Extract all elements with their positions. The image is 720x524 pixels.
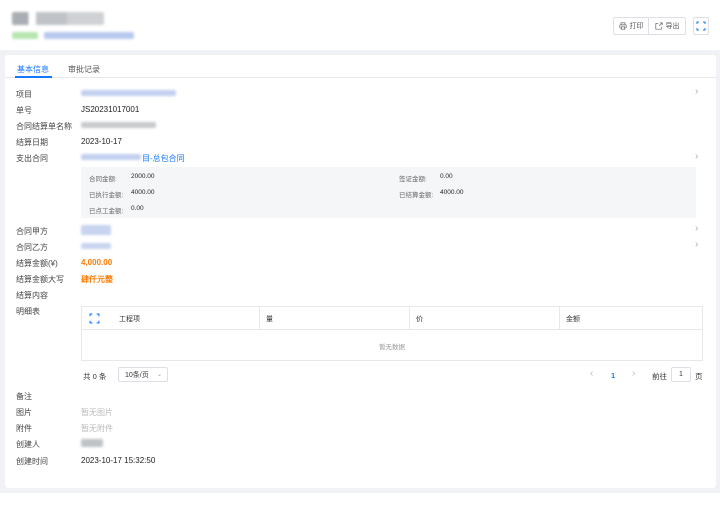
amount-value: 4,000.00 [81,258,113,267]
party-a-redacted[interactable] [81,225,111,235]
attachment-label: 附件 [16,424,32,433]
contract-label: 支出合同 [16,154,48,163]
goto-page-input[interactable]: 1 [671,367,691,382]
contract-value-redacted[interactable] [81,154,141,160]
detail-card: 基本信息 审批记录 项目 › 单号 JS20231017001 合同结算单名称 … [5,55,716,488]
page-size-value: 10条/页 [125,371,149,379]
chevron-right-icon[interactable]: › [695,86,698,97]
created-time-label: 创建时间 [16,457,48,466]
party-b-redacted[interactable] [81,243,111,249]
contract-value-suffix[interactable]: 目-总包合同 [142,153,185,164]
pagination-total: 共 0 条 [83,372,107,381]
tab-basic-info[interactable]: 基本信息 [17,64,49,75]
number-label: 单号 [16,106,32,115]
printer-icon [618,22,627,30]
chevron-right-icon[interactable]: › [695,239,698,250]
tab-approval-records[interactable]: 审批记录 [68,64,100,75]
column-header-item: 工程项 [119,315,140,323]
image-label: 图片 [16,408,32,417]
table-header: 工程项 量 价 金额 [82,307,702,330]
page-suffix: 页 [695,372,703,381]
page-size-select[interactable]: 10条/页 ⌄ [118,367,168,382]
next-page-button[interactable]: › [632,368,635,379]
number-value: JS20231017001 [81,105,140,114]
attachment-empty-text: 暂无附件 [81,424,113,433]
export-button[interactable]: 导出 [648,17,686,35]
settlement-name-redacted [81,122,156,128]
fullscreen-icon [89,313,100,324]
creator-redacted [81,439,103,447]
export-label: 导出 [665,23,680,30]
prev-page-button[interactable]: ‹ [590,368,593,379]
pagination: 共 0 条 10条/页 ⌄ ‹ 1 › 前往 1 页 [81,367,703,383]
chevron-right-icon[interactable]: › [695,223,698,234]
executed-amount-label: 已执行金额: [89,192,124,199]
print-label: 打印 [629,23,644,30]
chevron-down-icon: ⌄ [156,372,162,378]
active-tab-indicator [15,76,52,78]
export-icon [654,22,663,30]
page-title-redacted [12,12,104,25]
amount-upper-label: 结算金额大写 [16,275,64,284]
amount-label: 结算金额(¥) [16,259,58,268]
settled-amount-label: 已结算金额: [399,192,434,199]
column-header-price: 价 [409,307,559,330]
goto-label: 前往 [652,372,667,381]
labor-amount-label: 已点工金额: [89,208,124,215]
page-header: 打印 导出 [0,0,720,50]
detail-table: 工程项 量 价 金额 暂无数据 [81,306,703,361]
table-fullscreen-button[interactable] [82,307,113,330]
settlement-date-label: 结算日期 [16,138,48,147]
creator-label: 创建人 [16,440,40,449]
project-label: 项目 [16,90,32,99]
amount-upper-value: 肆仟元整 [81,275,113,284]
column-header-quantity: 量 [259,307,409,330]
fullscreen-button[interactable] [693,17,709,35]
table-empty-text: 暂无数据 [379,344,405,351]
chevron-right-icon[interactable]: › [695,151,698,162]
image-empty-text: 暂无图片 [81,408,113,417]
settlement-name-label: 合同结算单名称 [16,122,72,131]
remark-label: 备注 [16,392,32,401]
footer-area [0,493,720,524]
contract-amount-label: 合同金额: [89,176,117,183]
executed-amount-value: 4000.00 [131,189,155,196]
visa-amount-value: 0.00 [440,173,453,180]
party-a-label: 合同甲方 [16,227,48,236]
contract-amount-value: 2000.00 [131,173,155,180]
labor-amount-value: 0.00 [131,205,144,212]
print-button[interactable]: 打印 [613,17,649,35]
settlement-date-value: 2023-10-17 [81,137,122,146]
content-label: 结算内容 [16,291,48,300]
project-link-redacted[interactable] [44,32,134,39]
tab-bar: 基本信息 审批记录 [5,55,716,78]
created-time-value: 2023-10-17 15:32:50 [81,456,156,465]
fullscreen-icon [696,21,706,31]
visa-amount-label: 签证金额: [399,176,427,183]
project-value-redacted[interactable] [81,90,176,96]
detail-table-label: 明细表 [16,307,40,316]
column-header-amount: 金额 [559,307,704,330]
contract-info-box: 合同金额: 2000.00 签证金额: 0.00 已执行金额: 4000.00 … [81,167,696,218]
party-b-label: 合同乙方 [16,243,48,252]
status-badge-redacted [12,32,38,39]
settled-amount-value: 4000.00 [440,189,464,196]
page-number-current[interactable]: 1 [611,371,615,380]
